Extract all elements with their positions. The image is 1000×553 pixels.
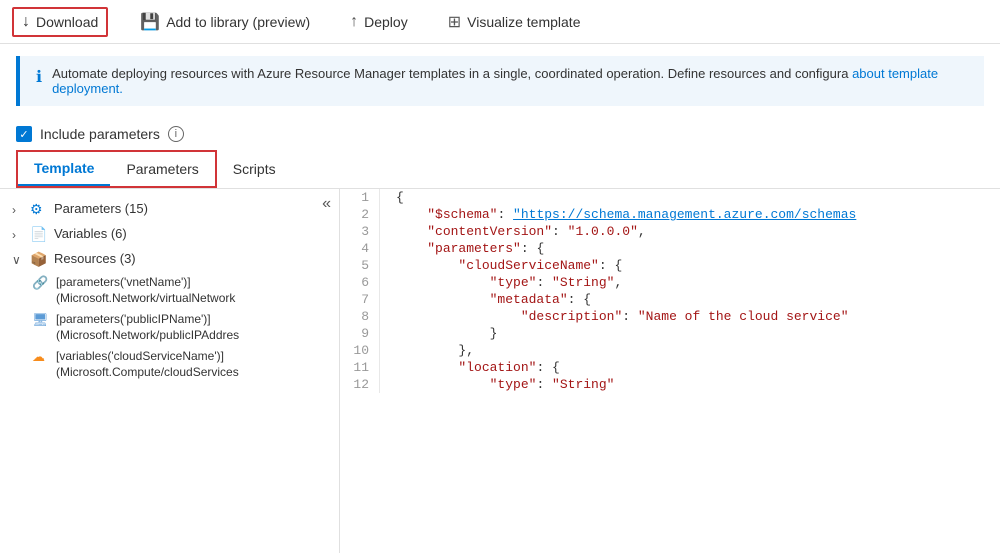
line-num-6: 6: [340, 274, 380, 291]
tab-scripts[interactable]: Scripts: [217, 153, 292, 185]
tree-arrow-variables: ›: [12, 228, 28, 242]
code-line-11: 11 "location": {: [340, 359, 1000, 376]
line-code-7: "metadata": {: [380, 291, 591, 308]
line-num-4: 4: [340, 240, 380, 257]
add-library-label: Add to library (preview): [166, 14, 310, 30]
visualize-label: Visualize template: [467, 14, 580, 30]
left-panel: « › ⚙ Parameters (15) › 📄 Variables (6) …: [0, 189, 340, 553]
publicip-icon: 🖥: [32, 312, 52, 328]
parameters-icon: ⚙: [30, 201, 50, 218]
visualize-button[interactable]: ⊞ Visualize template: [440, 8, 589, 36]
parameters-label: Parameters (15): [54, 201, 148, 216]
vnet-icon: 🔗: [32, 275, 52, 291]
code-editor: 1 { 2 "$schema": "https://schema.managem…: [340, 189, 1000, 553]
line-code-4: "parameters": {: [380, 240, 544, 257]
line-num-9: 9: [340, 325, 380, 342]
info-tooltip-icon[interactable]: i: [168, 126, 184, 142]
tree-item-resources[interactable]: ∨ 📦 Resources (3): [0, 247, 339, 272]
deploy-icon: ↑: [350, 13, 358, 31]
code-line-8: 8 "description": "Name of the cloud serv…: [340, 308, 1000, 325]
tabs-highlighted-group: Template Parameters: [16, 150, 217, 188]
line-code-10: },: [380, 342, 474, 359]
include-parameters-row: ✓ Include parameters i: [0, 118, 1000, 150]
tab-template[interactable]: Template: [18, 152, 110, 186]
line-code-5: "cloudServiceName": {: [380, 257, 622, 274]
line-code-8: "description": "Name of the cloud servic…: [380, 308, 849, 325]
line-code-3: "contentVersion": "1.0.0.0",: [380, 223, 646, 240]
add-library-button[interactable]: 💾 Add to library (preview): [132, 8, 318, 36]
grid-icon: ⊞: [448, 12, 461, 32]
line-num-8: 8: [340, 308, 380, 325]
save-icon: 💾: [140, 12, 160, 32]
download-button[interactable]: ↓ Download: [12, 7, 108, 37]
deploy-label: Deploy: [364, 14, 408, 30]
variables-label: Variables (6): [54, 226, 127, 241]
tree-arrow-parameters: ›: [12, 203, 28, 217]
main-content: « › ⚙ Parameters (15) › 📄 Variables (6) …: [0, 189, 1000, 553]
tree-subitem-publicip[interactable]: 🖥 [parameters('publicIPName')](Microsoft…: [0, 309, 339, 346]
code-line-2: 2 "$schema": "https://schema.management.…: [340, 206, 1000, 223]
info-icon: ℹ: [36, 67, 42, 87]
line-code-9: }: [380, 325, 497, 342]
collapse-panel-button[interactable]: «: [318, 193, 335, 215]
tabs-bar: Template Parameters Scripts: [0, 150, 1000, 189]
line-num-11: 11: [340, 359, 380, 376]
info-banner: ℹ Automate deploying resources with Azur…: [16, 56, 984, 106]
download-label: Download: [36, 14, 98, 30]
line-num-7: 7: [340, 291, 380, 308]
toolbar: ↓ Download 💾 Add to library (preview) ↑ …: [0, 0, 1000, 44]
code-line-3: 3 "contentVersion": "1.0.0.0",: [340, 223, 1000, 240]
publicip-label: [parameters('publicIPName')](Microsoft.N…: [56, 312, 239, 343]
line-code-11: "location": {: [380, 359, 560, 376]
line-num-2: 2: [340, 206, 380, 223]
cloudservice-icon: ☁: [32, 349, 52, 365]
line-num-1: 1: [340, 189, 380, 206]
code-line-5: 5 "cloudServiceName": {: [340, 257, 1000, 274]
vnet-label: [parameters('vnetName')](Microsoft.Netwo…: [56, 275, 235, 306]
code-line-6: 6 "type": "String",: [340, 274, 1000, 291]
code-line-4: 4 "parameters": {: [340, 240, 1000, 257]
tree-arrow-resources: ∨: [12, 253, 28, 267]
deploy-button[interactable]: ↑ Deploy: [342, 9, 416, 35]
tree-subitem-vnet[interactable]: 🔗 [parameters('vnetName')](Microsoft.Net…: [0, 272, 339, 309]
line-code-6: "type": "String",: [380, 274, 622, 291]
include-parameters-checkbox[interactable]: ✓: [16, 126, 32, 142]
code-line-7: 7 "metadata": {: [340, 291, 1000, 308]
code-line-1: 1 {: [340, 189, 1000, 206]
tree-item-variables[interactable]: › 📄 Variables (6): [0, 222, 339, 247]
line-code-2: "$schema": "https://schema.management.az…: [380, 206, 856, 223]
tab-parameters[interactable]: Parameters: [110, 152, 214, 186]
tree-subitem-cloudservice[interactable]: ☁ [variables('cloudServiceName')](Micros…: [0, 346, 339, 383]
resources-icon: 📦: [30, 251, 50, 268]
line-code-1: {: [380, 189, 404, 206]
code-line-12: 12 "type": "String": [340, 376, 1000, 393]
line-num-5: 5: [340, 257, 380, 274]
info-text: Automate deploying resources with Azure …: [52, 66, 968, 96]
include-parameters-label: Include parameters: [40, 126, 160, 142]
variables-icon: 📄: [30, 226, 50, 243]
code-line-10: 10 },: [340, 342, 1000, 359]
line-num-10: 10: [340, 342, 380, 359]
tree-item-parameters[interactable]: › ⚙ Parameters (15): [0, 197, 339, 222]
resources-label: Resources (3): [54, 251, 136, 266]
line-code-12: "type": "String": [380, 376, 614, 393]
line-num-12: 12: [340, 376, 380, 393]
cloudservice-label: [variables('cloudServiceName')](Microsof…: [56, 349, 239, 380]
download-icon: ↓: [22, 13, 30, 31]
code-line-9: 9 }: [340, 325, 1000, 342]
line-num-3: 3: [340, 223, 380, 240]
